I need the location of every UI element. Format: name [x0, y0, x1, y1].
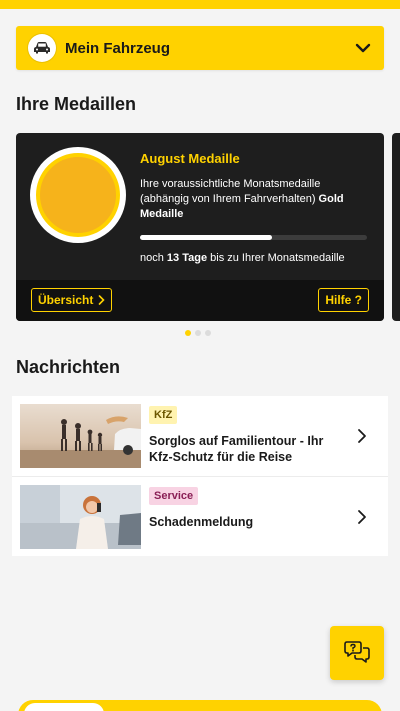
days-prefix: noch [140, 252, 167, 264]
medal-description-text: Ihre voraussichtliche Monatsmedaille (ab… [140, 178, 321, 205]
car-icon [28, 34, 56, 62]
medals-heading: Ihre Medaillen [16, 94, 137, 114]
family-trip-image [20, 404, 141, 468]
medal-title: August Medaille [140, 151, 240, 166]
chat-help-button[interactable] [330, 626, 384, 680]
chevron-right-icon [354, 426, 370, 446]
medal-progress-bar [140, 235, 367, 240]
next-medal-card-peek[interactable] [392, 133, 400, 321]
news-item-claim-report[interactable]: Service Schadenmeldung [12, 476, 388, 556]
medal-card-footer: Übersicht Hilfe ? [16, 280, 384, 321]
days-count: 13 Tage [166, 252, 208, 264]
news-item-family-trip[interactable]: KfZ Sorglos auf Familientour - Ihr Kfz-S… [12, 396, 388, 476]
days-suffix: bis zu Ihrer Monatsmedaille [207, 252, 345, 264]
news-title: Sorglos auf Familientour - Ihr Kfz-Schut… [149, 434, 324, 464]
carousel-dot[interactable] [195, 330, 201, 336]
chevron-down-icon[interactable] [354, 39, 372, 57]
news-tag-kfz: KfZ [149, 406, 178, 424]
news-tag-service: Service [149, 487, 199, 505]
carousel-dot[interactable] [205, 330, 211, 336]
help-button[interactable]: Hilfe ? [318, 288, 369, 312]
medal-description: Ihre voraussichtliche Monatsmedaille (ab… [140, 177, 372, 222]
carousel-dots [185, 330, 211, 336]
days-remaining: noch 13 Tage bis zu Ihrer Monatsmedaille [140, 252, 345, 264]
vehicle-label: Mein Fahrzeug [65, 39, 171, 57]
news-heading: Nachrichten [16, 357, 121, 377]
help-button-label: Hilfe ? [325, 293, 362, 307]
chevron-right-icon [98, 295, 105, 305]
medal-progress-fill [140, 235, 272, 240]
overview-button-label: Übersicht [38, 293, 94, 307]
bottom-navigation [18, 700, 382, 711]
news-list: KfZ Sorglos auf Familientour - Ihr Kfz-S… [12, 396, 388, 556]
medal-badge [30, 147, 126, 243]
claim-report-image [20, 485, 141, 549]
medal-card: August Medaille Ihre voraussichtliche Mo… [16, 133, 384, 321]
chat-help-icon [344, 639, 370, 668]
overview-button[interactable]: Übersicht [31, 288, 113, 312]
gold-medal-icon [36, 153, 120, 237]
carousel-dot[interactable] [185, 330, 191, 336]
bottom-nav-active-tab[interactable] [24, 703, 104, 711]
vehicle-selector[interactable]: Mein Fahrzeug [16, 26, 384, 70]
chevron-right-icon [354, 507, 370, 527]
news-title: Schadenmeldung [149, 515, 254, 529]
top-accent-bar [0, 0, 400, 9]
